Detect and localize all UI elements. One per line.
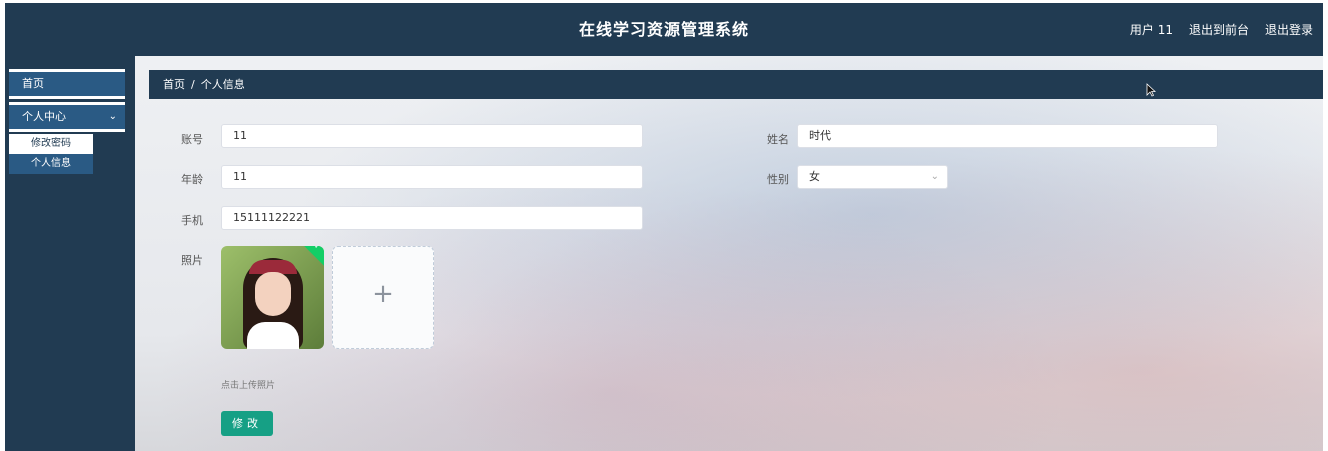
photo-thumbnail[interactable]: ✓ xyxy=(221,246,324,349)
account-input[interactable]: 11 xyxy=(221,124,643,148)
photo-label: 照片 xyxy=(181,254,203,267)
sidebar-subitem-personal-info[interactable]: 个人信息 xyxy=(9,154,93,174)
phone-label: 手机 xyxy=(181,214,203,227)
sidebar-item-personal-center[interactable]: 个人中心 ⌄ xyxy=(9,102,125,132)
name-label: 姓名 xyxy=(767,133,789,146)
main-content: 首页 / 个人信息 账号 11 姓名 时代 年龄 11 性别 女 ⌄ 手机 1511… xyxy=(135,56,1323,451)
breadcrumb-separator: / xyxy=(191,78,195,91)
gender-label: 性别 xyxy=(767,173,789,186)
gender-select-value: 女 xyxy=(809,170,820,183)
age-label: 年龄 xyxy=(181,173,203,186)
sidebar-subitem-change-password[interactable]: 修改密码 xyxy=(9,134,93,154)
photo-face xyxy=(255,272,291,316)
plus-icon: + xyxy=(372,279,394,309)
sidebar: 首页 个人中心 ⌄ 修改密码 个人信息 xyxy=(5,56,135,451)
top-bar: 在线学习资源管理系统 用户 11 退出到前台 退出登录 xyxy=(5,3,1323,56)
mouse-pointer-icon xyxy=(1146,83,1156,97)
sidebar-item-home-label: 首页 xyxy=(22,77,44,90)
sidebar-item-home[interactable]: 首页 xyxy=(9,69,125,99)
breadcrumb-home[interactable]: 首页 xyxy=(163,78,185,91)
age-input[interactable]: 11 xyxy=(221,165,643,189)
app-title: 在线学习资源管理系统 xyxy=(578,20,749,39)
upload-photo-button[interactable]: + xyxy=(332,246,434,349)
account-label: 账号 xyxy=(181,133,203,146)
logout-link[interactable]: 退出登录 xyxy=(1265,21,1313,38)
upload-hint: 点击上传照片 xyxy=(221,381,276,391)
chevron-down-icon: ⌄ xyxy=(930,171,939,182)
modify-button[interactable]: 修改 xyxy=(221,411,273,436)
sidebar-item-personal-center-label: 个人中心 xyxy=(22,110,66,123)
user-name: 用户 11 xyxy=(1129,23,1173,37)
upload-success-check-icon: ✓ xyxy=(304,246,324,266)
breadcrumb-current: 个人信息 xyxy=(200,78,245,91)
name-input[interactable]: 时代 xyxy=(797,124,1218,148)
gender-select[interactable]: 女 ⌄ xyxy=(797,165,948,189)
chevron-down-icon: ⌄ xyxy=(108,111,117,122)
top-links: 用户 11 退出到前台 退出登录 xyxy=(1130,3,1313,56)
photo-body xyxy=(247,322,299,349)
to-front-link[interactable]: 退出到前台 xyxy=(1189,21,1249,38)
app-frame: 在线学习资源管理系统 用户 11 退出到前台 退出登录 首页 个人中心 ⌄ 修改… xyxy=(5,3,1323,451)
phone-input[interactable]: 15111122221 xyxy=(221,206,643,230)
